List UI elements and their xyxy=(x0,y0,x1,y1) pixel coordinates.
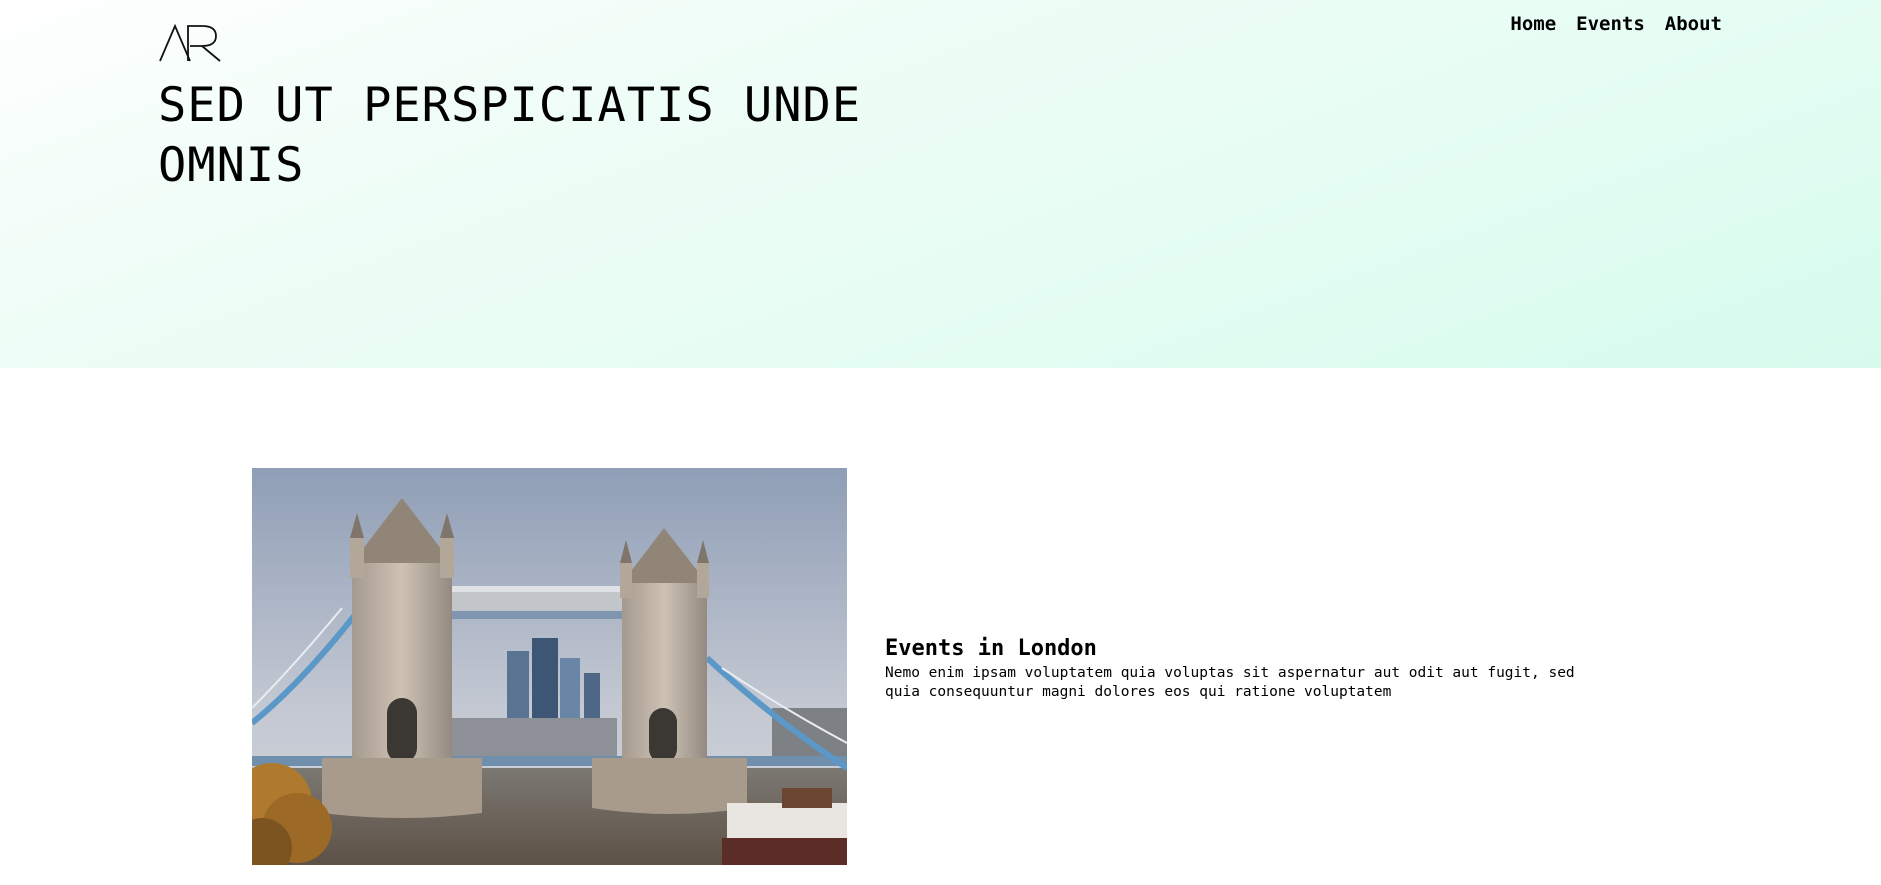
hero-header: Home Events About SED UT PERSPICIATIS UN… xyxy=(0,0,1881,368)
main-nav: Home Events About xyxy=(1510,12,1722,36)
nav-about-link[interactable]: About xyxy=(1665,12,1722,36)
nav-home-link[interactable]: Home xyxy=(1510,12,1556,36)
hero-title: SED UT PERSPICIATIS UNDE OMNIS xyxy=(158,78,862,193)
event-title: Events in London xyxy=(885,636,1097,661)
logo[interactable] xyxy=(158,24,224,62)
event-card: Events in London Nemo enim ipsam volupta… xyxy=(252,468,1652,865)
event-description: Nemo enim ipsam voluptatem quia voluptas… xyxy=(885,665,1575,700)
nav-events-link[interactable]: Events xyxy=(1576,12,1645,36)
event-text: Events in London Nemo enim ipsam volupta… xyxy=(885,636,1625,702)
tower-bridge-photo-image xyxy=(252,468,847,865)
